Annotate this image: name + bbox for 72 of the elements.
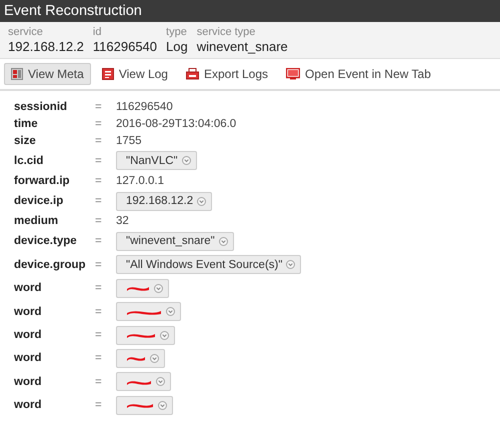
equals-sign: =	[95, 215, 103, 228]
toolbar-button[interactable]: Open Event in New Tab	[279, 63, 438, 85]
meta-key: word	[14, 282, 95, 294]
equals-sign: =	[95, 306, 103, 318]
equals-sign: =	[95, 258, 103, 271]
caret-icon[interactable]	[156, 377, 165, 386]
toolbar-button[interactable]: View Meta	[4, 63, 91, 85]
equals-sign: =	[95, 174, 103, 187]
monitor-icon	[286, 68, 300, 80]
caret-icon[interactable]	[166, 307, 175, 316]
caret-icon[interactable]	[150, 354, 159, 363]
caret-icon[interactable]	[154, 284, 163, 293]
equals-sign: =	[95, 282, 103, 294]
equals-sign: =	[95, 376, 103, 388]
caret-icon[interactable]	[218, 236, 228, 246]
equals-sign: =	[95, 235, 103, 248]
meta-key: word	[14, 306, 95, 318]
meta-key: time	[14, 118, 95, 130]
summary-value: 116296540	[92, 39, 158, 55]
value-dropdown[interactable]: 192.168.12.2	[116, 192, 212, 211]
equals-sign: =	[95, 329, 103, 342]
caret-icon[interactable]	[197, 196, 206, 206]
value-dropdown[interactable]	[116, 326, 175, 345]
value-dropdown[interactable]	[116, 302, 181, 322]
summary-value: Log	[166, 39, 188, 55]
meta-key: size	[14, 134, 95, 146]
meta-value: 1755	[116, 134, 143, 146]
meta-value: 2016-08-29T13:04:06.0	[116, 118, 238, 130]
summary-label: type	[166, 26, 188, 39]
value-dropdown[interactable]	[116, 278, 169, 298]
value-dropdown[interactable]: "NanVLC"	[116, 151, 197, 170]
equals-sign: =	[95, 134, 103, 146]
meta-key: forward.ip	[14, 174, 95, 187]
document-icon	[102, 68, 114, 80]
meta-key: lc.cid	[14, 154, 95, 167]
value-dropdown[interactable]	[116, 396, 173, 415]
equals-sign: =	[95, 195, 103, 208]
summary-label: service type	[196, 26, 256, 39]
summary-value: winevent_snare	[196, 39, 288, 55]
window-title: Event Reconstruction	[0, 0, 500, 22]
caret-icon[interactable]	[158, 400, 167, 410]
equals-sign: =	[95, 352, 103, 364]
equals-sign: =	[95, 100, 103, 112]
meta-value: 116296540	[116, 100, 174, 112]
summary-label: service	[8, 26, 44, 39]
meta-key: medium	[14, 215, 95, 228]
meta-key: word	[14, 399, 95, 412]
equals-sign: =	[95, 399, 103, 412]
meta-key: sessionid	[14, 100, 95, 112]
meta-value: 127.0.0.1	[116, 174, 165, 187]
caret-icon[interactable]	[182, 156, 191, 166]
meta-value: 32	[116, 215, 130, 228]
meta-key: device.ip	[14, 195, 95, 208]
equals-sign: =	[95, 154, 103, 167]
value-dropdown[interactable]: "All Windows Event Source(s)"	[116, 255, 302, 274]
toolbar-button[interactable]: View Log	[94, 63, 175, 85]
summary-value: 192.168.12.2	[8, 39, 84, 55]
value-dropdown[interactable]	[116, 348, 165, 368]
value-dropdown[interactable]	[116, 372, 171, 392]
caret-icon[interactable]	[286, 260, 296, 270]
meta-key: device.group	[14, 258, 95, 271]
value-dropdown[interactable]: "winevent_snare"	[116, 232, 234, 251]
meta-key: word	[14, 352, 95, 364]
meta-key: word	[14, 329, 95, 342]
meta-key: device.type	[14, 235, 95, 248]
caret-icon[interactable]	[160, 330, 169, 340]
equals-sign: =	[95, 118, 103, 130]
document-icon	[11, 68, 23, 80]
toolbar-button[interactable]: Export Logs	[178, 63, 276, 85]
printer-icon	[186, 68, 199, 80]
meta-key: word	[14, 376, 95, 388]
summary-label: id	[92, 26, 102, 39]
